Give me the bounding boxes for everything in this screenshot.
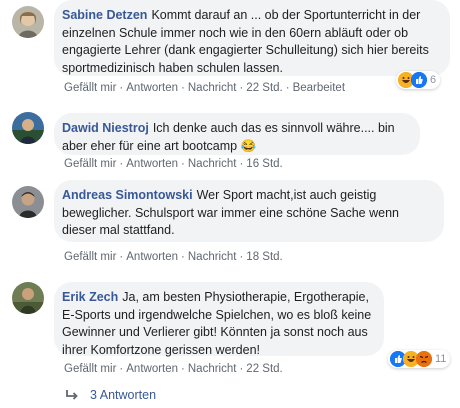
reaction-count: 11: [435, 353, 447, 365]
avatar[interactable]: [12, 112, 44, 144]
comment-bubble: Dawid Niestroj Ich denke auch das es sinn…: [54, 113, 420, 155]
reply-link[interactable]: Antworten: [126, 158, 178, 170]
message-link[interactable]: Nachricht: [188, 158, 237, 170]
comment-author[interactable]: Erik Zech: [62, 290, 118, 304]
comment-author[interactable]: Sabine Detzen: [62, 8, 147, 22]
message-link[interactable]: Nachricht: [188, 82, 237, 94]
comment-bubble: Sabine Detzen Kommt darauf an ... ob der …: [54, 0, 450, 76]
comment-bubble: Andreas Simontowski Wer Sport macht,ist a…: [54, 180, 444, 242]
like-link[interactable]: Gefällt mir: [64, 158, 116, 170]
replies-count-label: 3 Antworten: [90, 388, 157, 402]
timestamp[interactable]: 22 Std.: [246, 363, 282, 375]
avatar[interactable]: [12, 282, 44, 314]
reply-arrow-icon: [64, 388, 80, 402]
like-link[interactable]: Gefällt mir: [64, 251, 116, 263]
like-link[interactable]: Gefällt mir: [64, 363, 116, 375]
avatar[interactable]: [12, 6, 44, 38]
angry-reaction-icon: [416, 351, 432, 367]
comment-actions: Gefällt mir · Antworten · Nachricht · 18 Std.: [64, 251, 283, 263]
message-link[interactable]: Nachricht: [188, 251, 237, 263]
comment-bubble: Erik Zech Ja, am besten Physiotherapie, E…: [54, 282, 384, 357]
comment-author[interactable]: Andreas Simontowski: [62, 188, 193, 202]
edited-label[interactable]: Bearbeitet: [293, 82, 345, 94]
reaction-count: 6: [430, 74, 437, 86]
reaction-summary[interactable]: 6: [396, 71, 441, 89]
reply-link[interactable]: Antworten: [126, 251, 178, 263]
reaction-summary[interactable]: 11: [388, 350, 451, 368]
like-link[interactable]: Gefällt mir: [64, 82, 116, 94]
timestamp[interactable]: 16 Std.: [246, 158, 282, 170]
comment-actions: Gefällt mir · Antworten · Nachricht · 22 Std.: [64, 363, 283, 375]
comment-actions: Gefällt mir · Antworten · Nachricht · 16 Std.: [64, 158, 283, 170]
timestamp[interactable]: 22 Std.: [246, 82, 282, 94]
like-reaction-icon: [411, 72, 427, 88]
view-replies-link[interactable]: 3 Antworten: [64, 388, 156, 402]
reply-link[interactable]: Antworten: [126, 363, 178, 375]
timestamp[interactable]: 18 Std.: [246, 251, 282, 263]
reply-link[interactable]: Antworten: [126, 82, 178, 94]
comment-author[interactable]: Dawid Niestroj: [62, 121, 149, 135]
comment-actions: Gefällt mir · Antworten · Nachricht · 22 Std. ·…: [64, 82, 346, 94]
avatar[interactable]: [12, 186, 44, 218]
message-link[interactable]: Nachricht: [188, 363, 237, 375]
